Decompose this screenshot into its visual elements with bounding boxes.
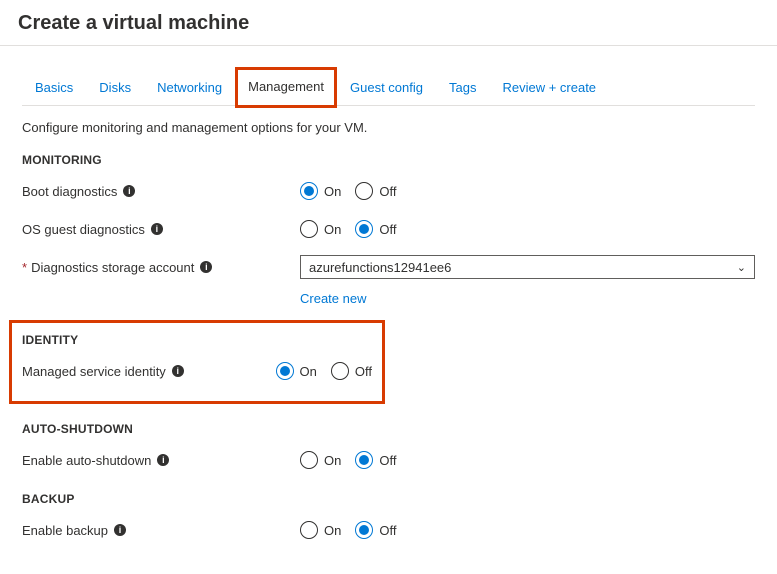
boot-diagnostics-off[interactable]: Off (355, 182, 396, 200)
auto-shutdown-off[interactable]: Off (355, 451, 396, 469)
radio-icon (355, 220, 373, 238)
section-backup-title: BACKUP (22, 492, 755, 506)
section-monitoring-title: MONITORING (22, 153, 755, 167)
chevron-down-icon: ⌄ (737, 261, 746, 274)
os-guest-diagnostics-radio-group: On Off (300, 220, 396, 238)
row-enable-backup: Enable backup i On Off (22, 516, 755, 544)
row-os-guest-diagnostics: OS guest diagnostics i On Off (22, 215, 755, 243)
radio-icon (331, 362, 349, 380)
backup-off[interactable]: Off (355, 521, 396, 539)
info-icon[interactable]: i (123, 185, 135, 197)
row-boot-diagnostics: Boot diagnostics i On Off (22, 177, 755, 205)
radio-icon (276, 362, 294, 380)
page-title: Create a virtual machine (18, 12, 759, 35)
msi-on[interactable]: On (276, 362, 317, 380)
msi-radio-group: On Off (276, 362, 372, 380)
info-icon[interactable]: i (172, 365, 184, 377)
radio-icon (355, 451, 373, 469)
row-managed-service-identity: Managed service identity i On Off (22, 357, 372, 385)
auto-shutdown-on[interactable]: On (300, 451, 341, 469)
backup-radio-group: On Off (300, 521, 396, 539)
info-icon[interactable]: i (151, 223, 163, 235)
tab-disks[interactable]: Disks (86, 70, 144, 105)
tab-guest-config[interactable]: Guest config (337, 70, 436, 105)
info-icon[interactable]: i (200, 261, 212, 273)
tab-review-create[interactable]: Review + create (489, 70, 609, 105)
radio-icon (355, 182, 373, 200)
label-boot-diagnostics: Boot diagnostics (22, 184, 117, 199)
row-storage-account: * Diagnostics storage account i azurefun… (22, 253, 755, 281)
auto-shutdown-radio-group: On Off (300, 451, 396, 469)
storage-account-value: azurefunctions12941ee6 (309, 260, 451, 275)
radio-icon (300, 220, 318, 238)
section-auto-shutdown-title: AUTO-SHUTDOWN (22, 422, 755, 436)
identity-highlight-box: IDENTITY Managed service identity i On O… (9, 320, 385, 404)
msi-off[interactable]: Off (331, 362, 372, 380)
label-os-guest-diagnostics: OS guest diagnostics (22, 222, 145, 237)
radio-icon (300, 451, 318, 469)
tab-basics[interactable]: Basics (22, 70, 86, 105)
create-new-storage-link[interactable]: Create new (300, 291, 755, 306)
row-enable-auto-shutdown: Enable auto-shutdown i On Off (22, 446, 755, 474)
boot-diagnostics-on[interactable]: On (300, 182, 341, 200)
boot-diagnostics-radio-group: On Off (300, 182, 396, 200)
backup-on[interactable]: On (300, 521, 341, 539)
page-header: Create a virtual machine (0, 0, 777, 46)
label-enable-auto-shutdown: Enable auto-shutdown (22, 453, 151, 468)
tab-management[interactable]: Management (235, 67, 337, 108)
radio-icon (300, 182, 318, 200)
info-icon[interactable]: i (114, 524, 126, 536)
tab-tags[interactable]: Tags (436, 70, 489, 105)
section-identity-title: IDENTITY (22, 333, 372, 347)
os-guest-diagnostics-off[interactable]: Off (355, 220, 396, 238)
radio-icon (355, 521, 373, 539)
tab-bar: Basics Disks Networking Management Guest… (22, 70, 755, 106)
tab-description: Configure monitoring and management opti… (22, 120, 755, 135)
storage-account-dropdown[interactable]: azurefunctions12941ee6 ⌄ (300, 255, 755, 279)
tab-networking[interactable]: Networking (144, 70, 235, 105)
label-diagnostics-storage-account: Diagnostics storage account (31, 260, 194, 275)
os-guest-diagnostics-on[interactable]: On (300, 220, 341, 238)
info-icon[interactable]: i (157, 454, 169, 466)
label-enable-backup: Enable backup (22, 523, 108, 538)
required-indicator: * (22, 260, 27, 275)
content-area: Basics Disks Networking Management Guest… (0, 70, 777, 574)
radio-icon (300, 521, 318, 539)
label-managed-service-identity: Managed service identity (22, 364, 166, 379)
